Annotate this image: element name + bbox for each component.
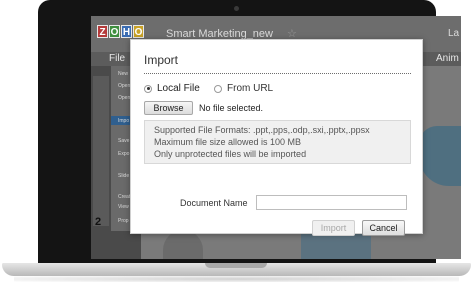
dialog-title: Import	[144, 53, 179, 67]
file-menu-item[interactable]: Slide	[118, 173, 129, 179]
zoho-logo[interactable]: Z O H O	[97, 25, 144, 38]
laptop-lid: Z O H O Smart Marketing_new ☆ La File An…	[38, 0, 461, 268]
logo-letter-o1: O	[109, 25, 120, 38]
laptop-notch	[205, 263, 267, 268]
file-menu-item[interactable]: Open	[118, 83, 130, 89]
menu-file[interactable]: File	[109, 53, 125, 64]
from-url-label: From URL	[227, 83, 274, 94]
import-button[interactable]: Import	[312, 220, 355, 236]
local-file-label: Local File	[157, 83, 200, 94]
local-file-radio[interactable]	[144, 84, 152, 93]
format-info-box: Supported File Formats: .ppt,.pps,.odp,.…	[144, 120, 411, 164]
file-menu-item[interactable]: Prop	[118, 218, 129, 224]
source-url-option[interactable]: From URL	[214, 83, 273, 94]
logo-letter-o2: O	[133, 25, 144, 38]
tab-animation[interactable]: Anim	[436, 53, 459, 64]
source-local-option[interactable]: Local File	[144, 83, 200, 94]
info-max-size: Maximum file size allowed is 100 MB	[154, 137, 302, 147]
laptop-screen: Z O H O Smart Marketing_new ☆ La File An…	[91, 16, 461, 259]
file-menu-item[interactable]: Impo	[118, 118, 129, 124]
document-name-label: Document Name	[180, 198, 248, 208]
file-menu-item[interactable]: Creat	[118, 194, 130, 200]
from-url-radio[interactable]	[214, 84, 222, 93]
info-unprotected: Only unprotected files will be imported	[154, 149, 307, 159]
file-menu-item[interactable]: Expo	[118, 151, 129, 157]
slide-number[interactable]: 2	[95, 216, 101, 228]
info-formats: Supported File Formats: .ppt,.pps,.odp,.…	[154, 125, 370, 135]
cancel-button[interactable]: Cancel	[362, 220, 405, 236]
laptop-shadow	[14, 276, 459, 282]
slide-panel	[93, 76, 109, 226]
file-menu-item[interactable]: Open	[118, 95, 130, 101]
file-status: No file selected.	[199, 103, 264, 113]
browse-button[interactable]: Browse	[144, 101, 193, 115]
document-name-input[interactable]	[256, 195, 407, 210]
file-menu-item[interactable]: View	[118, 204, 129, 210]
user-menu[interactable]: La	[448, 28, 459, 39]
import-dialog: Import Local File From URL Browse No fil…	[130, 39, 423, 236]
file-menu-item[interactable]: Save	[118, 138, 129, 144]
webcam-icon	[234, 6, 239, 11]
file-menu-item[interactable]: New	[118, 71, 128, 77]
logo-letter-h: H	[121, 25, 132, 38]
logo-letter-z: Z	[97, 25, 108, 38]
dialog-divider	[144, 73, 411, 74]
